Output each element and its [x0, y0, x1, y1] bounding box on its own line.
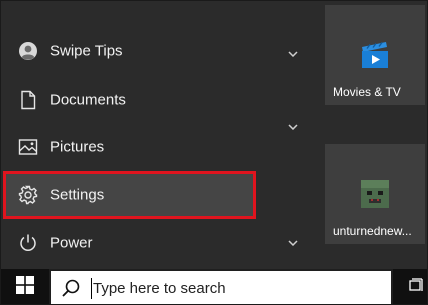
- menu-item-swipe-tips[interactable]: Swipe Tips: [3, 27, 256, 75]
- start-menu-left-pane: Swipe Tips Documents Pictures Settings P…: [1, 1, 259, 269]
- menu-item-label: Pictures: [50, 138, 105, 156]
- menu-item-label: Swipe Tips: [50, 42, 123, 60]
- tile-label: unturnednew...: [333, 224, 412, 238]
- tile-label: Movies & TV: [333, 85, 401, 99]
- tile-movies-tv[interactable]: Movies & TV: [325, 5, 425, 105]
- search-box[interactable]: Type here to search: [49, 269, 393, 304]
- task-view-icon: [408, 278, 425, 297]
- chevron-down-icon[interactable]: [287, 237, 299, 249]
- user-account-icon: [17, 40, 39, 62]
- menu-item-label: Settings: [50, 186, 105, 204]
- task-view-button[interactable]: [404, 269, 427, 304]
- menu-item-label: Power: [50, 234, 93, 252]
- text-caret: [91, 278, 92, 299]
- taskbar: Type here to search: [1, 269, 427, 304]
- game-icon: [359, 178, 391, 210]
- power-icon: [17, 232, 39, 254]
- chevron-down-icon[interactable]: [287, 121, 299, 133]
- search-icon: [61, 278, 81, 298]
- windows-logo-icon: [16, 276, 34, 299]
- menu-item-label: Documents: [50, 91, 126, 109]
- movies-tv-icon: [359, 39, 391, 71]
- tiles-pane: Movies & TV unturnednew...: [321, 1, 427, 269]
- document-icon: [17, 89, 39, 111]
- menu-item-power[interactable]: Power: [3, 219, 256, 267]
- pictures-icon: [17, 136, 39, 158]
- start-menu-window: Swipe Tips Documents Pictures Settings P…: [0, 0, 428, 305]
- search-placeholder: Type here to search: [93, 280, 226, 297]
- menu-item-pictures[interactable]: Pictures: [3, 123, 256, 171]
- start-button[interactable]: [1, 269, 49, 304]
- gear-icon: [17, 184, 39, 206]
- tile-group-headers: [259, 1, 321, 269]
- menu-item-documents[interactable]: Documents: [3, 76, 256, 124]
- chevron-down-icon[interactable]: [287, 48, 299, 60]
- tile-unturned[interactable]: unturnednew...: [325, 144, 425, 244]
- menu-item-settings[interactable]: Settings: [3, 171, 256, 219]
